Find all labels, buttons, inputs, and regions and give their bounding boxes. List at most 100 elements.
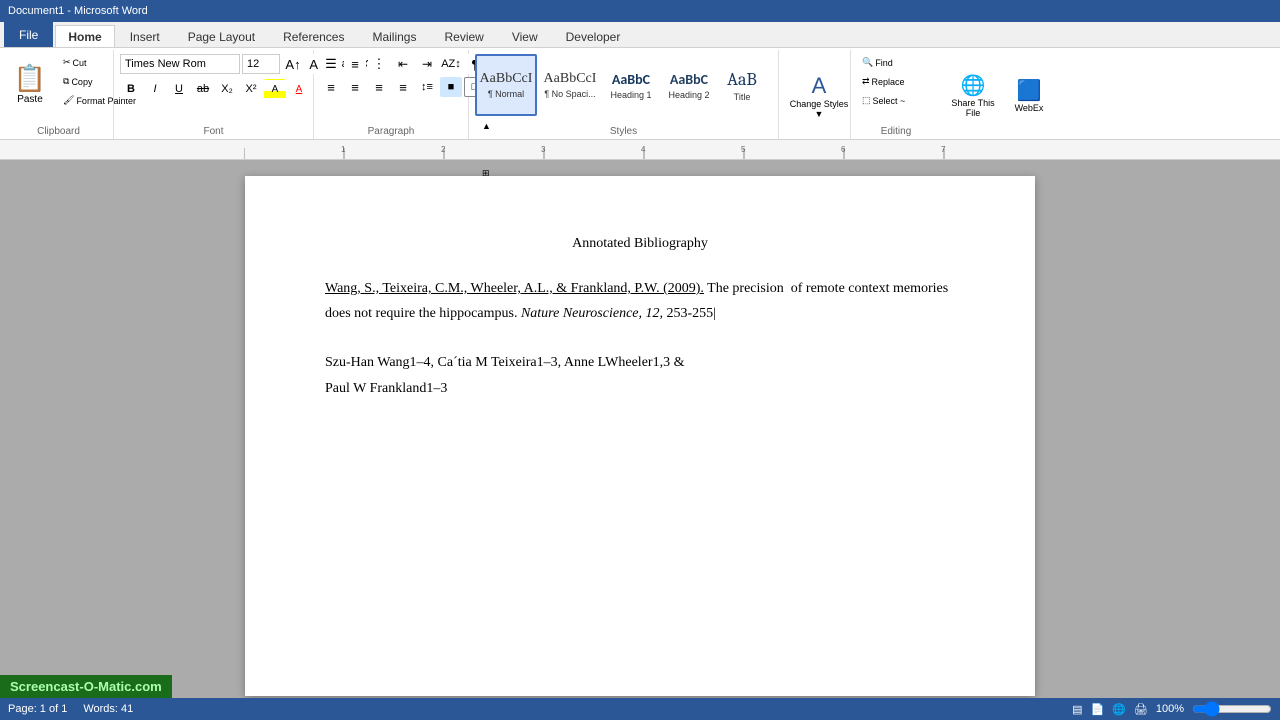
subscript-button[interactable]: X₂ [216, 79, 238, 99]
paragraph-group: ☰ ≡ ⋮ ⇤ ⇥ AZ↕ ¶ ≡ ≡ ≡ ≡ ↕≡ ■ □ Paragraph [314, 50, 469, 139]
superscript-button[interactable]: X² [240, 79, 262, 99]
style-heading2[interactable]: AaBbC Heading 2 [661, 54, 717, 116]
svg-text:4: 4 [641, 145, 646, 154]
shading-button[interactable]: ■ [440, 77, 462, 97]
share-icon: 🌐 [961, 73, 986, 98]
justify-button[interactable]: ≡ [392, 77, 414, 97]
tab-review[interactable]: Review [431, 25, 496, 47]
styles-group-label: Styles [469, 126, 778, 137]
ruler: 1 2 3 4 5 6 7 [0, 140, 1280, 160]
clipboard-group-label: Clipboard [4, 126, 113, 137]
style-no-spacing-preview: AaBbCcI [544, 71, 597, 87]
view-web-icon[interactable]: 🌐 [1112, 703, 1126, 716]
replace-button[interactable]: ⇄ Replace [857, 73, 910, 90]
share-group: 🌐 Share This File 🟦 WebEx [941, 50, 1061, 139]
multilevel-list-button[interactable]: ⋮ [368, 54, 390, 74]
change-styles-icon: A [812, 73, 827, 99]
view-normal-icon[interactable]: ▤ [1072, 703, 1082, 716]
svg-text:5: 5 [741, 145, 746, 154]
decrease-indent-button[interactable]: ⇤ [392, 54, 414, 74]
paragraph-1[interactable]: Wang, S., Teixeira, C.M., Wheeler, A.L.,… [325, 276, 955, 326]
webex-label: WebEx [1015, 103, 1044, 113]
select-button[interactable]: ⬚ Select ~ [857, 92, 910, 109]
paste-icon: 📋 [14, 63, 46, 94]
strikethrough-button[interactable]: ab [192, 79, 214, 99]
align-center-button[interactable]: ≡ [344, 77, 366, 97]
style-heading1-preview: AaBbC [612, 71, 650, 88]
svg-text:1: 1 [341, 145, 346, 154]
format-painter-icon: 🖌 [63, 95, 74, 106]
tab-mailings[interactable]: Mailings [359, 25, 429, 47]
styles-group: AaBbCcI ¶ Normal AaBbCcI ¶ No Spaci... A… [469, 50, 779, 139]
replace-icon: ⇄ [862, 76, 870, 87]
style-title-preview: AaB [727, 69, 757, 90]
align-right-button[interactable]: ≡ [368, 77, 390, 97]
status-left: Page: 1 of 1 Words: 41 [8, 703, 133, 715]
tab-file[interactable]: File [4, 21, 53, 47]
para2-line2: Paul W Frankland1–3 [325, 381, 447, 396]
svg-text:6: 6 [841, 145, 846, 154]
document-area: Annotated Bibliography Wang, S., Teixeir… [0, 160, 1280, 698]
svg-text:7: 7 [941, 145, 946, 154]
align-left-button[interactable]: ≡ [320, 77, 342, 97]
copy-icon: ⧉ [63, 76, 69, 87]
para-row-2: ≡ ≡ ≡ ≡ ↕≡ ■ □ [320, 77, 486, 97]
font-size-input[interactable] [242, 54, 280, 74]
para-row-1: ☰ ≡ ⋮ ⇤ ⇥ AZ↕ ¶ [320, 54, 486, 74]
bullets-button[interactable]: ☰ [320, 54, 342, 74]
underline-button[interactable]: U [168, 79, 190, 99]
change-styles-button[interactable]: A Change Styles ▼ [785, 68, 853, 124]
bold-button[interactable]: B [120, 79, 142, 99]
view-reading-icon[interactable]: 📄 [1090, 703, 1104, 716]
copy-label: Copy [71, 77, 92, 87]
ribbon-tabs: File Home Insert Page Layout References … [0, 22, 1280, 48]
word-count: Words: 41 [83, 703, 133, 715]
tab-insert[interactable]: Insert [117, 25, 173, 47]
status-right: ▤ 📄 🌐 🖨 100% [1072, 701, 1272, 717]
font-color-button[interactable]: A [288, 79, 310, 99]
share-file-button[interactable]: 🌐 Share This File [947, 68, 999, 124]
numbering-button[interactable]: ≡ [344, 54, 366, 74]
font-row-2: B I U ab X₂ X² A A [120, 79, 310, 99]
increase-indent-button[interactable]: ⇥ [416, 54, 438, 74]
editing-group: 🔍 Find ⇄ Replace ⬚ Select ~ Editing [851, 50, 941, 139]
tab-developer[interactable]: Developer [553, 25, 634, 47]
app-title: Document1 - Microsoft Word [8, 5, 148, 17]
paragraph-2[interactable]: Szu-Han Wang1–4, Ca´tia M Teixeira1–3, A… [325, 350, 955, 400]
title-bar: Document1 - Microsoft Word [0, 0, 1280, 22]
line-spacing-button[interactable]: ↕≡ [416, 77, 438, 97]
style-no-spacing[interactable]: AaBbCcI ¶ No Spaci... [539, 54, 601, 116]
tab-page-layout[interactable]: Page Layout [175, 25, 268, 47]
page-info: Page: 1 of 1 [8, 703, 67, 715]
zoom-slider[interactable] [1192, 701, 1272, 717]
ribbon: 📋 Paste ✂ Cut ⧉ Copy 🖌 Format Painter [0, 48, 1280, 140]
change-styles-label: Change Styles [790, 99, 849, 109]
editing-group-label: Editing [851, 126, 941, 137]
svg-text:2: 2 [441, 145, 446, 154]
font-group-label: Font [114, 126, 313, 137]
paste-button[interactable]: 📋 Paste [10, 54, 50, 114]
tab-view[interactable]: View [499, 25, 551, 47]
font-name-input[interactable] [120, 54, 240, 74]
grow-font-button[interactable]: A↑ [282, 54, 304, 74]
tab-references[interactable]: References [270, 25, 357, 47]
journal-name: Nature Neuroscience, 12, [521, 306, 663, 321]
select-icon: ⬚ [862, 95, 871, 106]
change-styles-arrow: ▼ [815, 109, 824, 119]
sort-button[interactable]: AZ↕ [440, 54, 462, 74]
watermark: Screencast-O-Matic.com [0, 675, 172, 698]
webex-button[interactable]: 🟦 WebEx [1003, 68, 1055, 124]
document-title: Annotated Bibliography [325, 236, 955, 252]
find-icon: 🔍 [862, 57, 873, 68]
view-print-icon[interactable]: 🖨 [1134, 703, 1148, 716]
style-normal-name: ¶ Normal [488, 89, 524, 99]
italic-button[interactable]: I [144, 79, 166, 99]
document-page[interactable]: Annotated Bibliography Wang, S., Teixeir… [245, 176, 1035, 696]
tab-home[interactable]: Home [55, 25, 114, 47]
text-highlight-button[interactable]: A [264, 79, 286, 99]
find-button[interactable]: 🔍 Find [857, 54, 898, 71]
style-heading1[interactable]: AaBbC Heading 1 [603, 54, 659, 116]
style-title[interactable]: AaB Title [719, 54, 765, 116]
style-normal[interactable]: AaBbCcI ¶ Normal [475, 54, 537, 116]
style-heading1-name: Heading 1 [610, 90, 651, 100]
